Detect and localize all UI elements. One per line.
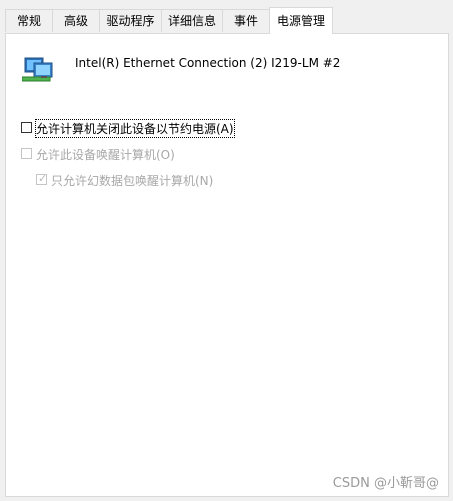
allow-wake-option[interactable]: 允许此设备唤醒计算机(O)	[21, 145, 201, 163]
watermark: CSDN @小靳哥@	[332, 476, 439, 491]
allow-power-off-option[interactable]: 允许计算机关闭此设备以节约电源(A)	[21, 119, 241, 138]
device-header: Intel(R) Ethernet Connection (2) I219-LM…	[21, 52, 422, 84]
magic-packet-checkbox[interactable]: ✓	[36, 172, 48, 185]
tab-driver[interactable]: 驱动程序	[99, 9, 162, 32]
allow-power-off-checkbox[interactable]	[21, 122, 32, 133]
allow-wake-checkbox[interactable]	[21, 148, 32, 159]
check-mark-icon: ✓	[38, 172, 48, 185]
tab-general[interactable]: 常规	[5, 9, 53, 32]
tab-advanced[interactable]: 高级	[52, 9, 100, 32]
tab-events[interactable]: 事件	[222, 9, 270, 32]
allow-wake-label[interactable]: 允许此设备唤醒计算机(O)	[36, 146, 175, 163]
tab-details[interactable]: 详细信息	[161, 9, 223, 32]
tab-power-management[interactable]: 电源管理	[269, 7, 333, 34]
magic-packet-option[interactable]: ✓ 只允许幻数据包唤醒计算机(N)	[36, 171, 226, 189]
power-management-panel: Intel(R) Ethernet Connection (2) I219-LM…	[5, 33, 449, 497]
network-adapter-icon	[21, 54, 56, 84]
allow-power-off-label[interactable]: 允许计算机关闭此设备以节约电源(A)	[35, 119, 235, 138]
magic-packet-label[interactable]: 只允许幻数据包唤醒计算机(N)	[51, 172, 213, 189]
tab-bar: 常规 高级 驱动程序 详细信息 事件 电源管理	[0, 0, 453, 34]
device-name: Intel(R) Ethernet Connection (2) I219-LM…	[75, 56, 341, 70]
